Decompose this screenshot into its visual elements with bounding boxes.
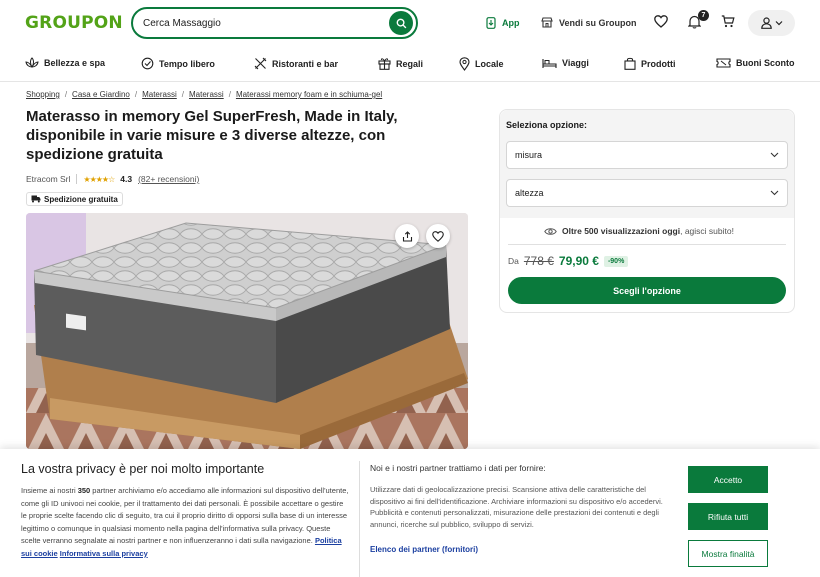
new-price: 79,90 € [558,254,599,268]
mattress-illustration [26,213,468,449]
groupon-logo[interactable]: GROUPON [25,13,123,33]
heart-icon [432,230,444,242]
nav-item-travel[interactable]: Viaggi [542,57,589,69]
show-purposes-button[interactable]: Mostra finalità [688,540,768,567]
breadcrumb-item[interactable]: Materassi [142,90,177,99]
sell-link[interactable]: Vendi su Groupon [541,17,637,28]
cookie-purposes-text: Utilizzare dati di geolocalizzazione pre… [370,485,663,529]
shipping-label: Spedizione gratuita [44,194,118,204]
nav-item-beauty[interactable]: Bellezza e spa [25,57,105,69]
option-label: Seleziona opzione: [506,120,588,130]
search-input[interactable]: Cerca Massaggio [143,18,389,29]
nav-item-local[interactable]: Locale [459,57,504,71]
search-icon [396,18,406,28]
cart-icon[interactable] [721,15,735,28]
cookie-title: La vostra privacy è per noi molto import… [21,462,265,476]
nav-item-restaurants[interactable]: Ristoranti e bar [254,57,338,70]
nav-label: Buoni Sconto [736,58,795,68]
size-select[interactable]: misura [506,141,788,169]
gift-icon [378,58,391,70]
user-icon [760,17,772,29]
breadcrumb-item[interactable]: Materassi memory foam e in schiuma-gel [236,90,382,99]
chevron-down-icon [770,152,779,158]
nav-item-coupons[interactable]: Buoni Sconto [716,57,795,69]
share-icon [402,230,412,242]
breadcrumb-item[interactable]: Shopping [26,90,60,99]
breadcrumb: Shopping / Casa e Giardino / Materassi / Ma… [26,90,383,99]
sell-label: Vendi su Groupon [559,17,637,28]
option-panel: Seleziona opzione: misura altezza Oltre … [499,109,795,313]
seller-name[interactable]: Etracom Srl [26,174,70,184]
chevron-down-icon [770,190,779,196]
views-notice: Oltre 500 visualizzazioni oggi, agisci s… [544,226,734,236]
size-select-value: misura [515,150,543,160]
app-link[interactable]: App [486,17,520,29]
height-select[interactable]: altezza [506,179,788,207]
reject-all-button[interactable]: Rifiuta tutti [688,503,768,530]
notification-badge: 7 [698,10,709,21]
heart-icon[interactable] [654,15,668,28]
nav-label: Viaggi [562,58,589,68]
search-button[interactable] [389,11,413,35]
phone-icon [486,17,496,29]
search-bar[interactable]: Cerca Massaggio [131,7,418,39]
product-meta: Etracom Srl ★★★★☆ 4.3 (82+ recensioni) [26,174,199,184]
app-label: App [502,18,520,28]
share-button[interactable] [395,224,419,248]
nav-label: Ristoranti e bar [272,58,339,69]
partner-count: 350 [77,486,91,495]
bed-icon [542,59,557,68]
cookie-purposes-heading: Noi e i nostri partner trattiamo i dati … [370,463,546,473]
views-count: Oltre 500 visualizzazioni oggi [562,226,681,236]
bag-icon [624,57,636,70]
views-text: , agisci subito! [680,226,734,236]
discount-badge: -90% [603,255,629,267]
header: GROUPON Cerca Massaggio App Vendi su Gro… [0,0,820,46]
chevron-down-icon [775,21,782,26]
rating-stars-icon: ★★★★☆ [83,174,115,184]
height-select-value: altezza [515,188,544,198]
leisure-icon [141,57,154,70]
favorite-button[interactable] [426,224,450,248]
cutlery-icon [254,57,267,70]
store-icon [541,17,553,28]
price-from-label: Da [508,256,519,266]
choose-option-button[interactable]: Scegli l'opzione [508,277,786,304]
nav-label: Locale [475,59,504,69]
privacy-policy-link[interactable]: Informativa sulla privacy [60,549,148,558]
account-menu[interactable] [748,10,795,36]
reviews-link[interactable]: (82+ recensioni) [138,174,199,184]
price-row: Da 778 € 79,90 € -90% [508,254,629,268]
partners-list-link[interactable]: Elenco dei partner (fornitori) [370,545,478,554]
product-image[interactable] [26,213,468,449]
nav-item-products[interactable]: Prodotti [624,57,676,70]
old-price: 778 € [523,254,554,268]
nav-label: Bellezza e spa [44,58,106,68]
nav-label: Regali [396,58,424,69]
nav-label: Prodotti [641,58,676,69]
cookie-banner: La vostra privacy è per noi molto import… [0,449,820,577]
accept-button[interactable]: Accetto [688,466,768,493]
nav-item-leisure[interactable]: Tempo libero [141,57,215,70]
product-title: Materasso in memory Gel SuperFresh, Made… [26,108,398,163]
nav-label: Tempo libero [159,58,215,69]
shipping-badge: Spedizione gratuita [26,192,123,206]
eye-icon [544,227,557,235]
truck-icon [31,195,41,203]
nav-item-gifts[interactable]: Regali [378,57,423,70]
coupon-icon [716,58,731,68]
category-nav: Bellezza e spa Tempo libero Ristoranti e… [0,46,820,82]
breadcrumb-item[interactable]: Casa e Giardino [72,90,130,99]
breadcrumb-item[interactable]: Materassi [189,90,224,99]
cookie-text: Insieme ai nostri 350 partner archiviamo… [21,486,349,558]
lotus-icon [25,57,39,68]
rating-value: 4.3 [120,174,133,184]
location-pin-icon [459,57,470,71]
